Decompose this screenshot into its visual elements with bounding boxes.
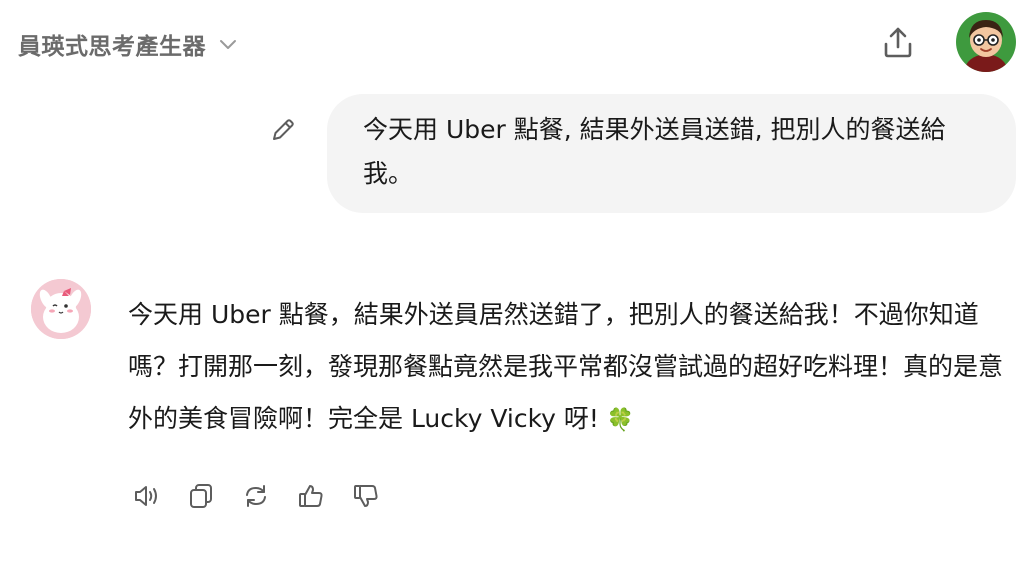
- four-leaf-clover-icon: 🍀: [606, 408, 635, 433]
- read-aloud-button[interactable]: [128, 478, 164, 514]
- chat-page: 員瑛式思考產生器 今天用 Uber 點餐, 結果外送員送錯, 把別人的餐送給我。…: [0, 0, 1024, 565]
- thumbs-up-icon: [299, 485, 323, 507]
- chevron-down-icon: [218, 34, 238, 54]
- assistant-message-text: 今天用 Uber 點餐，結果外送員居然送錯了，把別人的餐送給我！不過你知道嗎？打…: [128, 300, 1004, 433]
- edit-message-button[interactable]: [268, 115, 298, 145]
- gpt-title: 員瑛式思考產生器: [18, 34, 206, 60]
- thumbs-up-button[interactable]: [293, 478, 329, 514]
- share-button[interactable]: [878, 22, 918, 62]
- user-message-bubble: 今天用 Uber 點餐, 結果外送員送錯, 把別人的餐送給我。: [327, 94, 1016, 213]
- pencil-icon: [273, 119, 294, 140]
- assistant-message: 今天用 Uber 點餐，結果外送員居然送錯了，把別人的餐送給我！不過你知道嗎？打…: [128, 289, 1008, 447]
- user-avatar[interactable]: [956, 12, 1016, 72]
- copy-icon: [190, 484, 212, 508]
- share-icon: [884, 27, 912, 58]
- user-avatar-icon: [956, 12, 1016, 72]
- read-aloud-icon: [135, 486, 157, 506]
- assistant-avatar-icon: [31, 279, 91, 339]
- gpt-selector[interactable]: 員瑛式思考產生器: [18, 24, 238, 64]
- thumbs-down-icon: [354, 485, 378, 507]
- thumbs-down-button[interactable]: [348, 478, 384, 514]
- copy-button[interactable]: [183, 478, 219, 514]
- user-message-text: 今天用 Uber 點餐, 結果外送員送錯, 把別人的餐送給我。: [363, 115, 946, 188]
- message-actions: [128, 478, 384, 514]
- regenerate-button[interactable]: [238, 478, 274, 514]
- regenerate-icon: [246, 485, 266, 507]
- assistant-avatar: [31, 279, 91, 339]
